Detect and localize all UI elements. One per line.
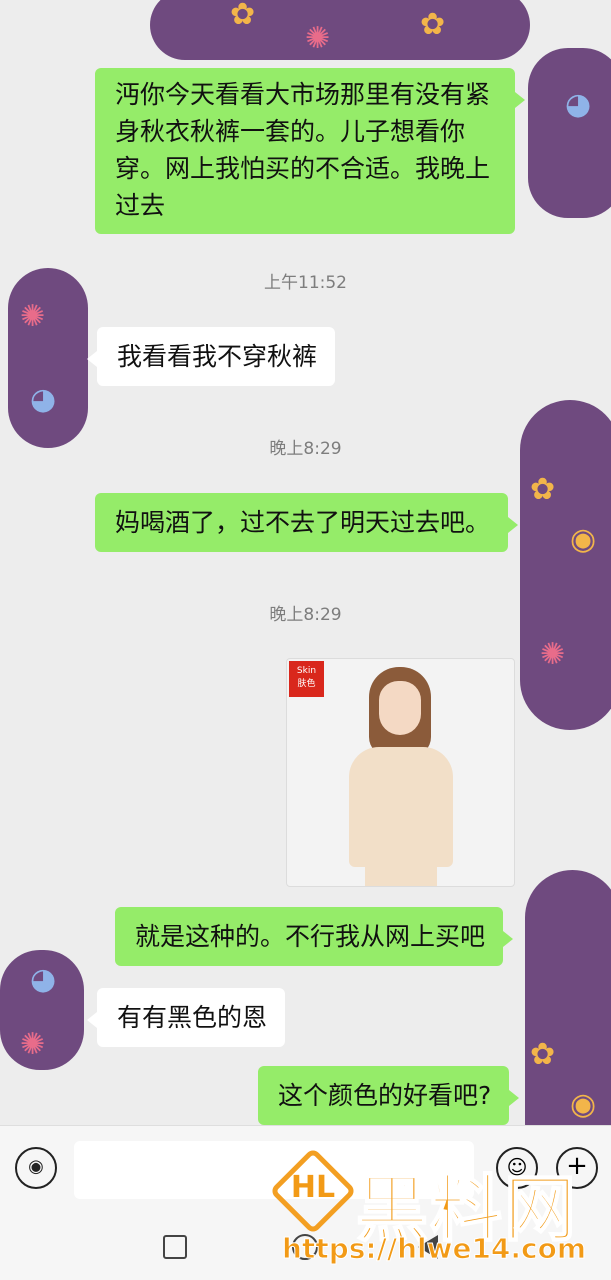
tag-line: 肤色 [297, 679, 316, 689]
color-tag: Skin 肤色 [289, 661, 324, 697]
message-outgoing[interactable]: 沔你今天看看大市场那里有没有紧 身秋衣秋裤一套的。儿子想看你 穿。网上我怕买的不… [95, 68, 525, 234]
message-line: 过去 [115, 191, 166, 220]
chat-area[interactable]: ✿ ✺ ✿ ◕ ✺ ◕ ✿ ◉ ✺ ◕ ✺ ✿ ◉ 沔你今天看看大市场那里有没有… [0, 0, 611, 1125]
message-outgoing[interactable]: 妈喝酒了，过不去了明天过去吧。 [95, 493, 519, 552]
flower-icon: ✿ [230, 0, 256, 32]
eye-icon: ◉ [570, 1087, 597, 1122]
tag-line: Skin [296, 666, 317, 676]
bird-icon: ◕ [565, 87, 592, 122]
model-legs [365, 864, 437, 886]
message-incoming[interactable]: 我看看我不穿秋裤 [86, 327, 336, 386]
timestamp: 上午11:52 [264, 273, 347, 293]
flower-icon: ✿ [420, 7, 446, 42]
voice-icon[interactable]: ◉ [15, 1147, 57, 1189]
watermark-url: https://hlwe14.com [281, 1232, 587, 1266]
message-outgoing[interactable]: 就是这种的。不行我从网上买吧 [115, 907, 514, 966]
message-incoming[interactable]: 有有黑色的恩 [86, 988, 286, 1047]
message-line: 沔你今天看看大市场那里有没有紧 [115, 80, 491, 109]
contact-avatar[interactable] [8, 268, 88, 448]
model-body [349, 747, 453, 867]
message-line: 穿。网上我怕买的不合适。我晚上 [115, 154, 491, 183]
model-face [379, 681, 421, 735]
owl-icon: ◕ [30, 382, 57, 417]
avatar-top[interactable] [150, 0, 530, 60]
message-line: 身秋衣秋裤一套的。儿子想看你 [115, 117, 466, 146]
recent-apps-icon[interactable] [163, 1235, 187, 1259]
virus-icon: ✺ [305, 21, 331, 56]
virus-icon: ✺ [20, 1027, 46, 1062]
timestamp: 晚上8:29 [269, 605, 342, 625]
avatar-right-top[interactable] [528, 48, 611, 218]
flower-icon: ✿ [530, 1037, 556, 1072]
virus-icon: ✺ [20, 299, 46, 334]
flower-icon: ✿ [530, 472, 556, 507]
timestamp: 晚上8:29 [269, 439, 342, 459]
bird-icon: ◕ [30, 962, 57, 997]
avatar-right-bottom[interactable] [525, 870, 611, 1125]
virus-icon: ✺ [540, 637, 566, 672]
message-outgoing[interactable]: 这个颜色的好看吧? [258, 1066, 520, 1125]
image-message[interactable]: Skin 肤色 [286, 658, 515, 887]
eye-icon: ◉ [570, 522, 597, 557]
watermark-logo-text: HL [290, 1170, 336, 1205]
